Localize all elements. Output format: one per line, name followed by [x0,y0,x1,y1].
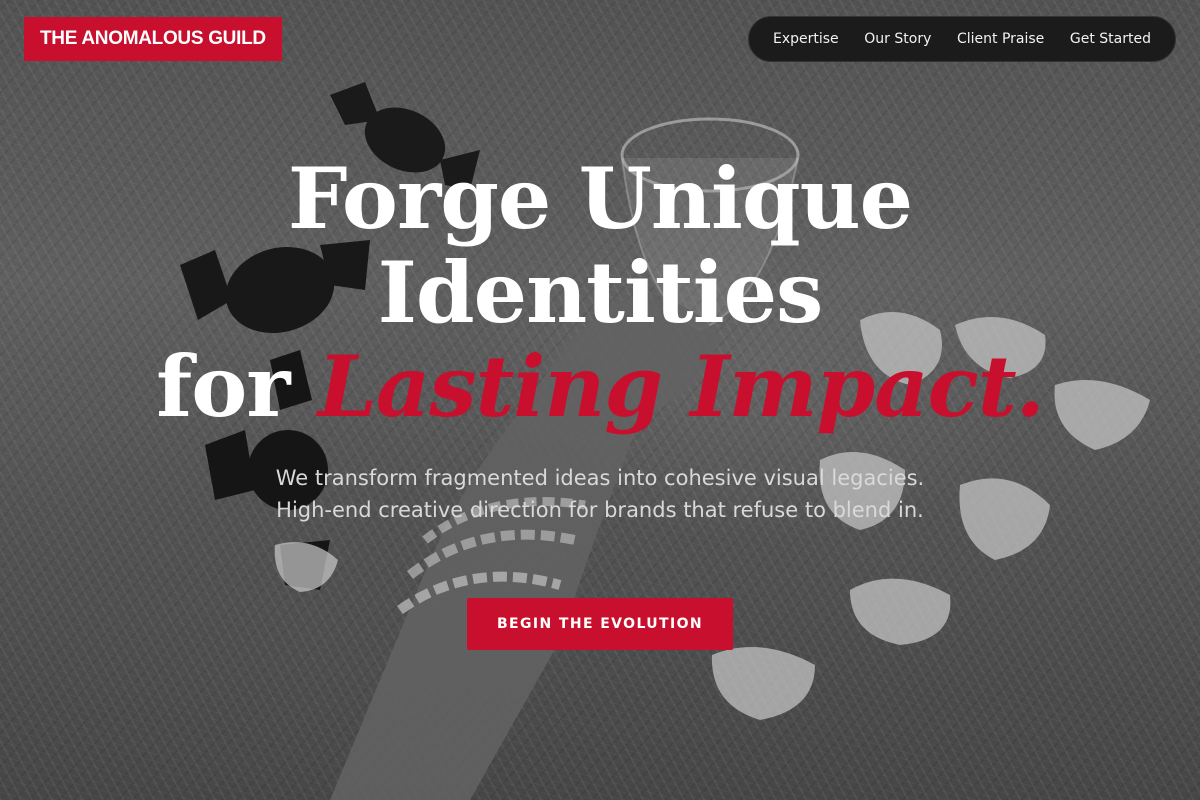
nav-item-our-story[interactable]: Our Story [864,31,931,47]
begin-evolution-button[interactable]: BEGIN THE EVOLUTION [467,598,733,650]
headline-line-1: Forge Unique [287,149,913,248]
nav-item-client-praise[interactable]: Client Praise [957,31,1044,47]
headline-accent-text: Lasting Impact. [317,337,1045,436]
main-nav: Expertise Our Story Client Praise Get St… [748,16,1176,62]
brand-name: THE ANOMALOUS GUILD [40,28,266,49]
nav-item-expertise[interactable]: Expertise [773,31,839,47]
hero-section: THE ANOMALOUS GUILD Expertise Our Story … [0,0,1200,800]
headline-line-2: Identities [377,243,824,342]
headline-plain-text: for [156,337,290,436]
hero-subtitle: We transform fragmented ideas into cohes… [275,466,925,522]
headline-line-3: for Lasting Impact. [0,340,1200,434]
hero-headline: Forge Unique Identities for Lasting Impa… [0,152,1200,434]
brand-logo[interactable]: THE ANOMALOUS GUILD [24,17,282,61]
nav-item-get-started[interactable]: Get Started [1070,31,1151,47]
